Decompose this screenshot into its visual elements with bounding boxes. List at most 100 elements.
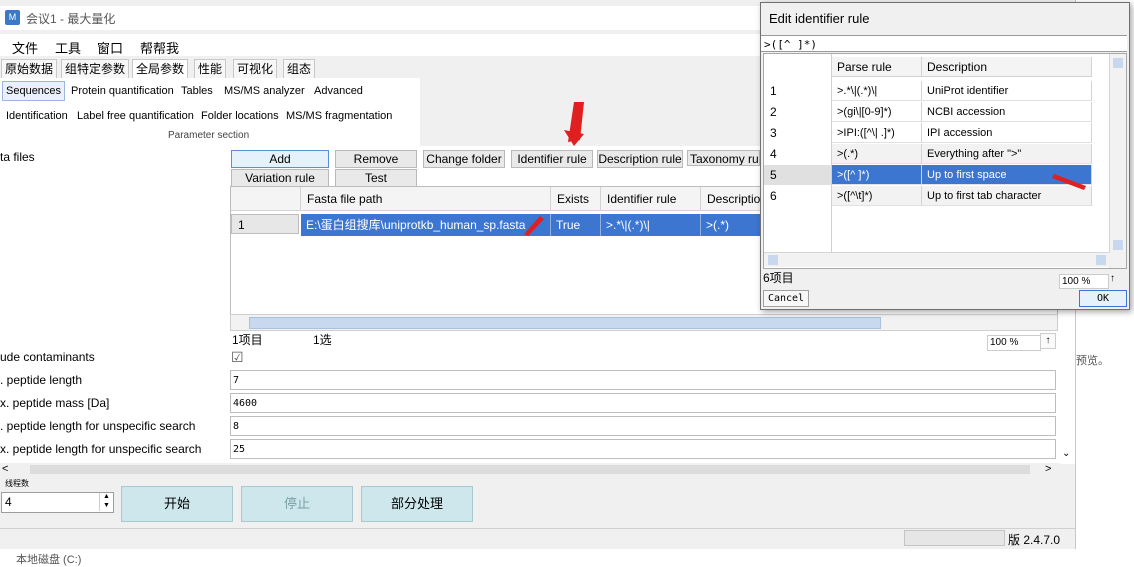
stop-button[interactable]: 停止	[241, 486, 353, 522]
param-label-max-unspecific: x. peptide length for unspecific search	[0, 442, 202, 456]
grid-horizontal-scrollbar[interactable]	[230, 314, 1058, 331]
scroll-right-icon[interactable]	[1096, 255, 1106, 265]
rule-description-cell[interactable]: UniProt identifier	[922, 81, 1092, 101]
param-label-min-length: . peptide length	[0, 373, 83, 387]
subtab-msms-analyzer[interactable]: MS/MS analyzer	[221, 82, 308, 100]
menu-file[interactable]: 文件	[12, 38, 38, 57]
spin-down-icon[interactable]: ▼	[99, 502, 113, 511]
table-row[interactable]: E:\蛋白组搜库\uniprotkb_human_sp.fasta True >…	[301, 214, 821, 236]
grid-corner	[231, 187, 301, 211]
start-button[interactable]: 开始	[121, 486, 233, 522]
background-text: 预览。	[1076, 355, 1109, 367]
tab-raw-data[interactable]: 原始数据	[1, 59, 58, 80]
window-title: 会议1 - 最大量化	[26, 12, 116, 26]
rule-parse-cell-selected[interactable]: >([^ ]*)	[832, 165, 922, 185]
max-peptide-mass-field[interactable]: 4600	[230, 393, 1056, 413]
rule-parse-cell[interactable]: >([^\t]*)	[832, 186, 922, 206]
grid-row-number[interactable]: 1	[231, 214, 299, 234]
rule-row-number-selected[interactable]: 5	[764, 165, 831, 185]
spin-up-icon[interactable]: ▲	[99, 493, 113, 502]
scroll-left-icon[interactable]	[768, 255, 778, 265]
rule-row-number[interactable]: 3	[764, 123, 831, 143]
min-peptide-length-field[interactable]: 7	[230, 370, 1056, 390]
dialog-title: Edit identifier rule	[769, 11, 870, 26]
subtab-msms-fragmentation[interactable]: MS/MS fragmentation	[283, 107, 395, 125]
taxonomy-rule-button[interactable]: Taxonomy rule	[687, 150, 760, 166]
variation-rule-button[interactable]: Variation rule	[231, 169, 329, 187]
min-unspecific-length-field[interactable]: 8	[230, 416, 1056, 436]
grid-header-path[interactable]: Fasta file path	[301, 187, 551, 211]
app-icon: M	[5, 10, 20, 25]
ok-button[interactable]: OK	[1079, 290, 1127, 307]
identifier-rule-button[interactable]: Identifier rule	[511, 150, 593, 168]
add-button[interactable]: Add	[231, 150, 329, 168]
tab-configuration[interactable]: 组态	[283, 59, 316, 80]
rule-input[interactable]: >([^ ]*)	[761, 35, 1127, 52]
grid-zoom-select[interactable]: 100 %	[987, 335, 1041, 351]
rule-parse-cell[interactable]: >IPI:([^\| .]*)	[832, 123, 922, 143]
grid-header-identifier-rule[interactable]: Identifier rule	[601, 187, 701, 211]
subtab-sequences[interactable]: Sequences	[2, 81, 66, 101]
rule-description-cell[interactable]: IPI accession	[922, 123, 1092, 143]
dialog-horizontal-scrollbar[interactable]	[764, 252, 1110, 267]
rules-grid: Parse rule Description 1 >.*\|(.*)\| Uni…	[763, 53, 1127, 269]
tab-visualization[interactable]: 可视化	[233, 59, 278, 80]
tab-performance[interactable]: 性能	[194, 59, 227, 80]
version-label: 版 2.4.7.0	[1008, 533, 1061, 547]
menu-tools[interactable]: 工具	[55, 38, 81, 57]
annotation-arrow-fasta-row	[524, 216, 544, 236]
rule-description-cell[interactable]: NCBI accession	[922, 102, 1092, 122]
panel-scroll-thumb[interactable]	[30, 465, 1030, 474]
dialog-item-count: 6项目	[763, 271, 794, 285]
menu-help[interactable]: 帮帮我	[140, 38, 179, 57]
rule-row-number[interactable]: 4	[764, 144, 831, 164]
scroll-thumb[interactable]	[249, 317, 881, 329]
test-button[interactable]: Test	[335, 169, 417, 187]
rule-parse-cell[interactable]: >.*\|(.*)\|	[832, 81, 922, 101]
scroll-right-icon[interactable]: >	[1045, 463, 1051, 475]
subtab-folder-locations[interactable]: Folder locations	[198, 107, 282, 125]
rule-row-number[interactable]: 6	[764, 186, 831, 206]
change-folder-button[interactable]: Change folder	[423, 150, 505, 168]
scroll-down-icon[interactable]: ⌄	[1062, 448, 1070, 459]
subtab-identification[interactable]: Identification	[3, 107, 71, 125]
scroll-left-icon[interactable]: <	[2, 463, 8, 475]
dialog-vertical-scrollbar[interactable]	[1109, 54, 1126, 268]
panel-horizontal-scrollbar[interactable]: < >	[0, 463, 1060, 477]
description-rule-button[interactable]: Description rule	[597, 150, 683, 168]
menu-window[interactable]: 窗口	[97, 38, 123, 57]
subtab-label-free[interactable]: Label free quantification	[74, 107, 197, 125]
cell-exists[interactable]: True	[551, 214, 601, 236]
threads-spinner[interactable]: 4 ▲ ▼	[1, 492, 114, 513]
scroll-down-icon[interactable]	[1113, 240, 1123, 250]
section-label: Parameter section	[168, 130, 250, 141]
cell-fasta-path[interactable]: E:\蛋白组搜库\uniprotkb_human_sp.fasta	[301, 214, 551, 236]
rule-parse-cell[interactable]: >(gi\|[0-9]*)	[832, 102, 922, 122]
rule-description-cell[interactable]: Everything after ">"	[922, 144, 1092, 164]
cancel-button[interactable]: Cancel	[763, 290, 809, 307]
contaminants-checkbox[interactable]: ☑	[231, 349, 244, 366]
subtab-advanced[interactable]: Advanced	[311, 82, 366, 100]
grid-header-exists[interactable]: Exists	[551, 187, 601, 211]
subtab-tables[interactable]: Tables	[178, 82, 216, 100]
partial-processing-button[interactable]: 部分处理	[361, 486, 473, 522]
subtab-protein-quantification[interactable]: Protein quantification	[68, 82, 177, 100]
cell-identifier-rule[interactable]: >.*\|(.*)\|	[601, 214, 701, 236]
scroll-up-icon[interactable]	[1113, 58, 1123, 68]
zoom-up-icon[interactable]: ↑	[1040, 333, 1056, 349]
dialog-zoom-select[interactable]: 100 %	[1059, 274, 1109, 289]
edit-identifier-rule-dialog: Edit identifier rule >([^ ]*) Parse rule…	[760, 2, 1130, 310]
dialog-header-parse-rule[interactable]: Parse rule	[832, 57, 922, 77]
tab-global-params[interactable]: 全局参数	[132, 59, 189, 80]
threads-value[interactable]: 4	[5, 495, 12, 509]
dialog-header-description[interactable]: Description	[922, 57, 1092, 77]
rule-row-number[interactable]: 1	[764, 81, 831, 101]
tab-group-params[interactable]: 组特定参数	[61, 59, 130, 80]
param-label-contaminants: ude contaminants	[0, 350, 95, 364]
rule-parse-cell[interactable]: >(.*)	[832, 144, 922, 164]
dialog-zoom-up-icon[interactable]: ↑	[1110, 273, 1115, 284]
max-unspecific-length-field[interactable]: 25	[230, 439, 1056, 459]
drive-label: 本地磁盘 (C:)	[16, 554, 82, 566]
rule-row-number[interactable]: 2	[764, 102, 831, 122]
remove-button[interactable]: Remove	[335, 150, 417, 168]
